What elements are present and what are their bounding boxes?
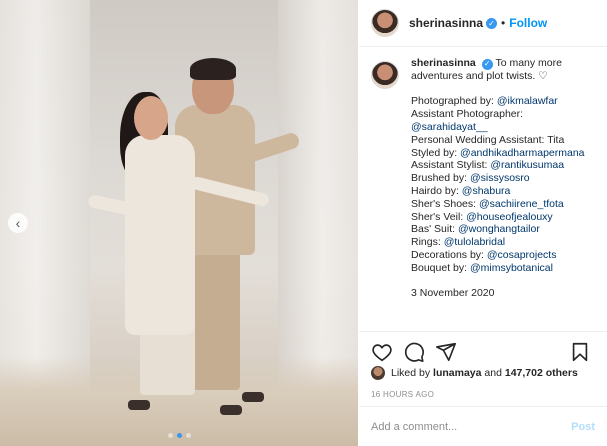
- credit-mention-link[interactable]: @cosaprojects: [487, 249, 557, 261]
- credit-line: Styled by: @andhikadharmapermana: [411, 147, 601, 160]
- credit-label: Photographed by:: [411, 95, 497, 108]
- credit-mention-link[interactable]: @andhikadharmapermana: [460, 147, 584, 159]
- carousel-dots: [168, 433, 191, 438]
- comment-icon: [404, 342, 424, 362]
- post-timestamp[interactable]: 16 HOURS AGO: [371, 390, 434, 399]
- credit-label: Styled by:: [411, 146, 461, 159]
- likes-middle: and: [484, 367, 502, 379]
- caption-line-2: adventures and plot twists. ♡: [411, 69, 548, 82]
- bookmark-icon: [572, 342, 588, 362]
- credit-line: Bouquet by: @mimsybotanical: [411, 262, 601, 275]
- chevron-left-icon: ‹: [15, 215, 21, 231]
- likes-count[interactable]: 147,702 others: [505, 367, 578, 379]
- groom-legs: [190, 240, 240, 390]
- comment-button[interactable]: [403, 341, 425, 363]
- credit-label: Personal Wedding Assistant: Tita: [411, 133, 565, 146]
- post-comment-button[interactable]: Post: [571, 421, 595, 433]
- groom-hair: [190, 58, 236, 80]
- header-separator: •: [501, 16, 506, 30]
- credit-label: Sher's Veil:: [411, 210, 467, 223]
- avatar[interactable]: [371, 9, 399, 37]
- post-header: sherinasinna ✓ • Follow: [359, 0, 607, 47]
- credit-line: Personal Wedding Assistant: Tita: [411, 134, 601, 147]
- liker-username[interactable]: lunamaya: [433, 367, 481, 379]
- credit-mention-link[interactable]: @ikmalawfar: [497, 95, 558, 107]
- credit-label: Brushed by:: [411, 172, 470, 185]
- share-button[interactable]: [435, 341, 457, 363]
- carousel-prev-button[interactable]: ‹: [8, 213, 28, 233]
- bride-outfit: [125, 135, 195, 335]
- bride-face: [134, 96, 168, 140]
- credit-label: Bas' Suit:: [411, 223, 458, 236]
- credit-label: Assistant Photographer:: [411, 108, 524, 121]
- credit-mention-link[interactable]: @houseofjealouxy: [466, 211, 553, 223]
- caption: sherinasinna ✓ To many more adventures a…: [359, 57, 607, 331]
- post-photo[interactable]: ‹: [0, 0, 358, 446]
- groom-shoe: [242, 392, 264, 402]
- header-username[interactable]: sherinasinna: [409, 16, 483, 30]
- credit-line: Photographed by: @ikmalawfar: [411, 95, 601, 108]
- caption-avatar[interactable]: [371, 61, 399, 89]
- verified-icon: ✓: [486, 17, 498, 29]
- caption-text: sherinasinna ✓ To many more adventures a…: [411, 57, 601, 331]
- carousel-dot-active[interactable]: [177, 433, 182, 438]
- save-button[interactable]: [569, 341, 591, 363]
- credit-line: Assistant Stylist: @rantikusumaa: [411, 159, 601, 172]
- bride-shoe: [220, 405, 242, 415]
- credit-line: Assistant Photographer:: [411, 108, 601, 121]
- credit-label: Bouquet by:: [411, 261, 470, 274]
- caption-date: 3 November 2020: [411, 287, 495, 300]
- likes-prefix: Liked by: [391, 367, 431, 379]
- credit-mention-link[interactable]: @sachiirene_tfota: [479, 198, 564, 210]
- credit-line: Hairdo by: @shabura: [411, 185, 601, 198]
- carousel-dot[interactable]: [168, 433, 173, 438]
- credit-mention-link[interactable]: @wonghangtailor: [458, 223, 540, 235]
- credit-line: @sarahidayat__: [411, 121, 601, 134]
- credit-mention-link[interactable]: @sarahidayat__: [411, 121, 488, 133]
- carousel-dot[interactable]: [186, 433, 191, 438]
- credit-line: Sher's Veil: @houseofjealouxy: [411, 211, 601, 224]
- likes-summary: Liked by lunamaya and 147,702 others: [371, 366, 578, 380]
- credits-list: Photographed by: @ikmalawfar Assistant Ph…: [411, 95, 601, 274]
- credit-mention-link[interactable]: @rantikusumaa: [490, 159, 564, 171]
- credit-mention-link[interactable]: @mimsybotanical: [470, 262, 553, 274]
- caption-username[interactable]: sherinasinna: [411, 57, 476, 69]
- credit-line: Bas' Suit: @wonghangtailor: [411, 223, 601, 236]
- credit-line: Decorations by: @cosaprojects: [411, 249, 601, 262]
- credit-label: Hairdo by:: [411, 185, 462, 198]
- instagram-post: ‹ sherinasinna ✓ • Follow sherinasinna ✓…: [0, 0, 607, 446]
- like-button[interactable]: [371, 341, 393, 363]
- heart-icon: [372, 344, 392, 362]
- caption-line-1: To many more: [495, 57, 562, 69]
- follow-button[interactable]: Follow: [509, 16, 547, 30]
- credit-mention-link[interactable]: @tulolabridal: [444, 236, 505, 248]
- bride-shoe: [128, 400, 150, 410]
- credit-mention-link[interactable]: @sissysosro: [470, 172, 530, 184]
- action-bar: [359, 331, 607, 363]
- credit-line: Brushed by: @sissysosro: [411, 172, 601, 185]
- credit-line: Sher's Shoes: @sachiirene_tfota: [411, 198, 601, 211]
- credit-mention-link[interactable]: @shabura: [462, 185, 511, 197]
- credit-label: Sher's Shoes:: [411, 197, 479, 210]
- credit-label: Decorations by:: [411, 249, 487, 262]
- credit-line: Rings: @tulolabridal: [411, 236, 601, 249]
- liker-avatar[interactable]: [371, 366, 385, 380]
- verified-icon: ✓: [481, 58, 493, 70]
- comment-box: Post: [359, 406, 607, 446]
- share-icon: [436, 342, 456, 362]
- credit-label: Assistant Stylist:: [411, 159, 491, 172]
- post-side-panel: sherinasinna ✓ • Follow sherinasinna ✓ T…: [359, 0, 607, 446]
- credit-label: Rings:: [411, 236, 444, 249]
- comment-input[interactable]: [371, 420, 572, 433]
